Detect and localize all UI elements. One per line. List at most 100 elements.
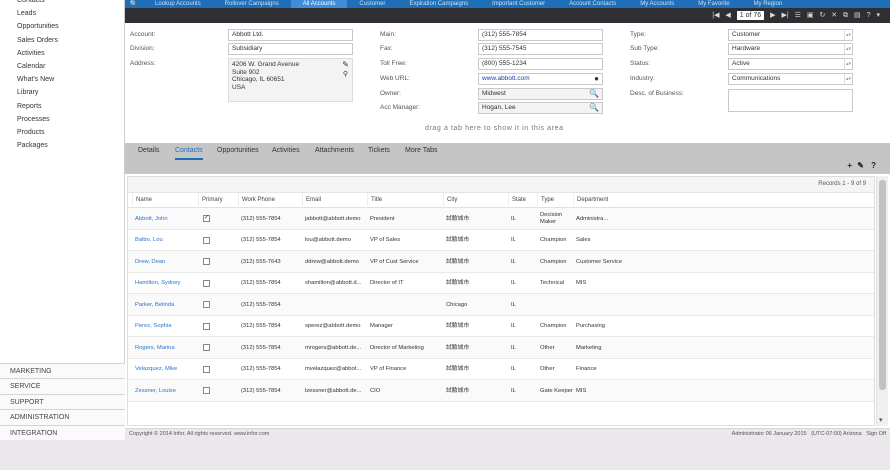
sidebar-item-products[interactable]: Products — [0, 126, 124, 139]
table-row[interactable]: Perez, Sophia (312) 555-7854 sperez@abbott… — [128, 316, 874, 338]
table-row[interactable]: Balbo, Lou (312) 555-7854 lou@abbott.demo V… — [128, 230, 874, 252]
list-view-icon[interactable]: ☰ — [795, 8, 801, 23]
sidebar-section-administration[interactable]: ADMINISTRATION — [0, 409, 125, 425]
sidebar-section-marketing[interactable]: MARKETING — [0, 363, 125, 379]
column-header-email[interactable]: Email — [302, 193, 367, 208]
group-tab-account-contacts[interactable]: Account Contacts — [557, 0, 628, 8]
column-header-primary[interactable]: Primary — [198, 193, 238, 208]
tab-contacts[interactable]: Contacts — [175, 143, 203, 160]
next-record-icon[interactable]: ▶ — [770, 8, 775, 23]
column-header-type[interactable]: Type — [537, 193, 573, 208]
sidebar-item-processes[interactable]: Processes — [0, 113, 124, 126]
globe-icon[interactable]: ● — [594, 74, 599, 84]
sidebar-item-leads[interactable]: Leads — [0, 7, 124, 20]
cell-email[interactable]: jabbott@abbott.demo — [302, 208, 367, 230]
unchecked-checkbox[interactable] — [203, 258, 210, 266]
division-field[interactable]: Subsidiary — [228, 43, 353, 55]
column-header-name[interactable]: Name — [132, 193, 198, 208]
column-header-department[interactable]: Department — [573, 193, 623, 208]
sidebar-section-integration[interactable]: INTEGRATION — [0, 424, 125, 440]
add-icon[interactable]: + — [847, 161, 852, 170]
last-record-icon[interactable]: ▶| — [781, 8, 788, 23]
fax-field[interactable]: (312) 555-7545 — [478, 43, 603, 55]
tab-details[interactable]: Details — [138, 143, 159, 160]
cell-name[interactable]: Abbott, John — [132, 208, 198, 230]
cell-name[interactable]: Hamilton, Sydney — [132, 273, 198, 295]
sidebar-section-support[interactable]: SUPPORT — [0, 393, 125, 410]
column-header-work-phone[interactable]: Work Phone — [238, 193, 302, 208]
table-row[interactable]: Velazquez, Mike (312) 555-7854 mvelazquez@… — [128, 359, 874, 381]
table-row[interactable]: Parker, Belinda (312) 555-7854 Chicago IL — [128, 294, 874, 316]
cell-name[interactable]: Rogers, Marina — [132, 337, 198, 359]
cell-email[interactable]: ddrew@abbott.demo — [302, 251, 367, 273]
sidebar-item-contacts[interactable]: Contacts — [0, 0, 124, 7]
group-tab-my-region[interactable]: My Region — [742, 0, 795, 8]
search-icon[interactable]: 🔍 — [125, 0, 143, 8]
unchecked-checkbox[interactable] — [203, 301, 210, 309]
table-row[interactable]: Zessner, Louise (312) 555-7854 lzessner@ab… — [128, 380, 874, 402]
cell-email[interactable]: lou@abbott.demo — [302, 230, 367, 252]
save-icon[interactable]: ▣ — [807, 8, 814, 23]
grid-scrollbar[interactable]: ▾ — [876, 176, 888, 426]
tollfree-field[interactable]: (800) 555-1234 — [478, 58, 603, 70]
sidebar-item-calendar[interactable]: Calendar — [0, 60, 124, 73]
lookup-search-icon[interactable]: 🔍 — [589, 89, 599, 99]
checked-checkbox[interactable]: ✓ — [203, 215, 210, 223]
web-url-field[interactable]: www.abbott.com ● — [478, 73, 603, 85]
cell-name[interactable]: Parker, Belinda — [132, 294, 198, 316]
group-tab-expiration-campaigns[interactable]: Expiration Campaigns — [397, 0, 480, 8]
unchecked-checkbox[interactable] — [203, 344, 210, 352]
first-record-icon[interactable]: |◀ — [712, 8, 719, 23]
cell-email[interactable]: shamilton@abbott.d... — [302, 273, 367, 295]
cell-email[interactable]: mrogers@abbott.de... — [302, 337, 367, 359]
menu-down-icon[interactable]: ▾ — [876, 8, 880, 23]
print-icon[interactable]: ▤ — [854, 8, 861, 23]
group-tab-customer[interactable]: Customer — [347, 0, 397, 8]
column-header-title[interactable]: Title — [367, 193, 443, 208]
cell-email[interactable]: sperez@abbott.demo — [302, 316, 367, 338]
acc-manager-field[interactable]: Hogan, Lee 🔍 — [478, 102, 603, 114]
unchecked-checkbox[interactable] — [203, 279, 210, 287]
unchecked-checkbox[interactable] — [203, 322, 210, 330]
group-tab-my-accounts[interactable]: My Accounts — [628, 0, 686, 8]
group-tab-all-accounts[interactable]: All Accounts — [290, 0, 348, 8]
sidebar-item-activities[interactable]: Activities — [0, 47, 124, 60]
sidebar-item-packages[interactable]: Packages — [0, 139, 124, 152]
cell-name[interactable]: Velazquez, Mike — [132, 359, 198, 381]
tab-more-tabs[interactable]: More Tabs — [405, 143, 438, 160]
address-field[interactable]: 4206 W. Grand Avenue Suite 902 Chicago, … — [228, 58, 353, 102]
group-tab-lookup-accounts[interactable]: Lookup Accounts — [143, 0, 213, 8]
unchecked-checkbox[interactable] — [203, 387, 210, 395]
table-row[interactable]: Rogers, Marina (312) 555-7854 mrogers@abbo… — [128, 337, 874, 359]
table-row[interactable]: Hamilton, Sydney (312) 555-7854 shamilton@… — [128, 273, 874, 295]
group-tab-rollover-campaigns[interactable]: Rollover Campaigns — [213, 0, 291, 8]
table-row[interactable]: Abbott, John ✓ (312) 555-7854 jabbott@abbot… — [128, 208, 874, 230]
tab-tickets[interactable]: Tickets — [368, 143, 390, 160]
sidebar-item-library[interactable]: Library — [0, 86, 124, 99]
help-icon[interactable]: ? — [871, 161, 876, 170]
edit-pencil-icon[interactable]: ✎ — [342, 61, 349, 69]
edit-icon[interactable]: ✎ — [857, 161, 864, 170]
sidebar-section-service[interactable]: SERVICE — [0, 378, 125, 394]
cell-email[interactable]: lzessner@abbott.de... — [302, 380, 367, 402]
tab-activities[interactable]: Activities — [272, 143, 300, 160]
account-field[interactable]: Abbott Ltd. — [228, 29, 353, 41]
sign-off-link[interactable]: Sign Off — [866, 431, 886, 437]
scroll-down-icon[interactable]: ▾ — [879, 416, 883, 424]
cell-name[interactable]: Zessner, Louise — [132, 380, 198, 402]
sidebar-item-sales-orders[interactable]: Sales Orders — [0, 34, 124, 47]
prev-record-icon[interactable]: ◀ — [725, 8, 730, 23]
group-tab-my-favorite[interactable]: My Favorite — [686, 0, 741, 8]
unchecked-checkbox[interactable] — [203, 236, 210, 244]
cell-email[interactable] — [302, 294, 367, 316]
owner-field[interactable]: Midwest 🔍 — [478, 88, 603, 100]
group-tab-important-customer[interactable]: Important Customer — [480, 0, 557, 8]
sidebar-item-what-s-new[interactable]: What's New — [0, 73, 124, 86]
map-pin-icon[interactable]: ⚲ — [343, 71, 348, 79]
copy-icon[interactable]: ⧉ — [843, 8, 848, 23]
help-icon[interactable]: ? — [867, 8, 871, 23]
tab-attachments[interactable]: Attachments — [315, 143, 354, 160]
sidebar-item-reports[interactable]: Reports — [0, 100, 124, 113]
cell-name[interactable]: Balbo, Lou — [132, 230, 198, 252]
refresh-icon[interactable]: ↻ — [819, 8, 825, 23]
